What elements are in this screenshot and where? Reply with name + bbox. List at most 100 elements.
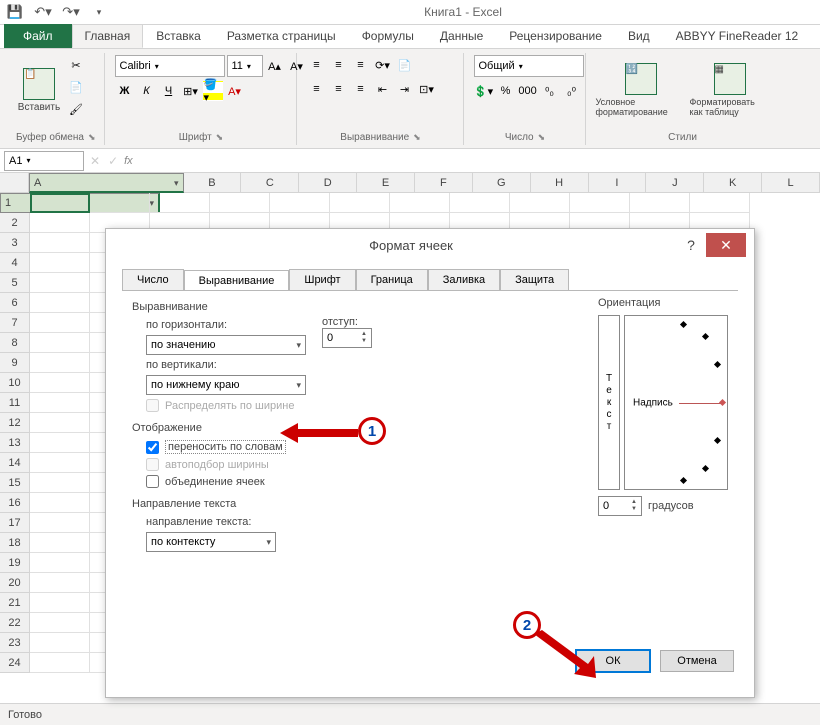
column-header[interactable]: D [299, 173, 357, 192]
underline-button[interactable]: Ч [159, 81, 179, 101]
column-header[interactable]: F [415, 173, 473, 192]
dialog-close-button[interactable]: ✕ [706, 233, 746, 257]
cell[interactable] [390, 193, 450, 213]
cut-button[interactable]: ✂ [66, 55, 86, 75]
cell[interactable] [30, 653, 90, 673]
text-direction-select[interactable]: по контексту [146, 532, 276, 552]
column-header[interactable]: K [704, 173, 762, 192]
cell[interactable] [30, 553, 90, 573]
vertical-select[interactable]: по нижнему краю [146, 375, 306, 395]
column-header[interactable]: G [473, 173, 531, 192]
horizontal-select[interactable]: по значению [146, 335, 306, 355]
column-header[interactable]: L [762, 173, 820, 192]
row-header[interactable]: 19 [0, 553, 30, 573]
cell[interactable] [30, 193, 90, 213]
cell[interactable] [570, 193, 630, 213]
cell[interactable] [30, 233, 90, 253]
cell[interactable] [30, 633, 90, 653]
save-button[interactable]: 💾 [4, 2, 26, 22]
row-header[interactable]: 16 [0, 493, 30, 513]
qat-customize[interactable]: ▾ [88, 2, 110, 22]
cell[interactable] [30, 433, 90, 453]
row-header[interactable]: 18 [0, 533, 30, 553]
column-header[interactable]: E [357, 173, 415, 192]
fill-color-button[interactable]: 🪣▾ [203, 81, 223, 101]
cell[interactable] [30, 353, 90, 373]
row-header[interactable]: 22 [0, 613, 30, 633]
wrap-text-checkbox[interactable] [146, 441, 159, 454]
decrease-decimal-button[interactable]: ₀⁰ [562, 81, 582, 101]
column-header[interactable]: I [589, 173, 647, 192]
cell[interactable] [510, 193, 570, 213]
bold-button[interactable]: Ж [115, 81, 135, 101]
cell[interactable] [30, 593, 90, 613]
number-launcher[interactable]: ⬊ [538, 132, 546, 143]
cancel-formula-icon[interactable]: ✕ [90, 154, 100, 168]
dialog-tab-protection[interactable]: Защита [500, 269, 569, 290]
format-as-table-button[interactable]: ▦ Форматировать как таблицу [690, 55, 770, 125]
cell[interactable] [30, 373, 90, 393]
tab-data[interactable]: Данные [427, 24, 496, 48]
row-header[interactable]: 24 [0, 653, 30, 673]
row-header[interactable]: 7 [0, 313, 30, 333]
align-left-button[interactable]: ≡ [307, 79, 327, 99]
row-header[interactable]: 15 [0, 473, 30, 493]
dialog-help-button[interactable]: ? [676, 237, 706, 253]
wrap-text-button[interactable]: 📄 [395, 55, 415, 75]
tab-page-layout[interactable]: Разметка страницы [214, 24, 349, 48]
increase-indent-button[interactable]: ⇥ [395, 79, 415, 99]
dialog-tab-font[interactable]: Шрифт [289, 269, 355, 290]
font-name-select[interactable]: Calibri [115, 55, 225, 77]
orientation-dial[interactable]: Надпись [624, 315, 728, 490]
dialog-tab-number[interactable]: Число [122, 269, 184, 290]
tab-review[interactable]: Рецензирование [496, 24, 615, 48]
redo-button[interactable]: ↷▾ [60, 2, 82, 22]
alignment-launcher[interactable]: ⬊ [413, 132, 421, 143]
format-painter-button[interactable]: 🖌 [66, 99, 86, 119]
accept-formula-icon[interactable]: ✓ [108, 154, 118, 168]
cell[interactable] [30, 313, 90, 333]
font-color-button[interactable]: A▾ [225, 81, 245, 101]
row-header[interactable]: 4 [0, 253, 30, 273]
cell[interactable] [630, 193, 690, 213]
cell[interactable] [30, 473, 90, 493]
dialog-tab-fill[interactable]: Заливка [428, 269, 500, 290]
cell[interactable] [30, 493, 90, 513]
number-format-select[interactable]: Общий [474, 55, 584, 77]
orientation-button[interactable]: ⟳▾ [373, 55, 393, 75]
row-header[interactable]: 21 [0, 593, 30, 613]
cell[interactable] [30, 453, 90, 473]
row-header[interactable]: 2 [0, 213, 30, 233]
borders-button[interactable]: ⊞▾ [181, 81, 201, 101]
merge-cells-checkbox[interactable] [146, 475, 159, 488]
column-header[interactable]: B [184, 173, 242, 192]
column-header[interactable]: J [646, 173, 704, 192]
row-header[interactable]: 17 [0, 513, 30, 533]
row-header[interactable]: 13 [0, 433, 30, 453]
cell[interactable] [30, 273, 90, 293]
cell[interactable] [30, 393, 90, 413]
align-top-button[interactable]: ≡ [307, 55, 327, 75]
row-header[interactable]: 23 [0, 633, 30, 653]
row-header[interactable]: 10 [0, 373, 30, 393]
column-header[interactable]: A [29, 173, 184, 193]
font-size-select[interactable]: 11 [227, 55, 263, 77]
column-header[interactable]: H [531, 173, 589, 192]
cell[interactable] [30, 333, 90, 353]
name-box[interactable]: A1 [4, 151, 84, 171]
cell[interactable] [30, 533, 90, 553]
dialog-tab-alignment[interactable]: Выравнивание [184, 270, 290, 291]
cell[interactable] [210, 193, 270, 213]
row-header[interactable]: 8 [0, 333, 30, 353]
row-header[interactable]: 3 [0, 233, 30, 253]
cell[interactable] [30, 613, 90, 633]
decrease-indent-button[interactable]: ⇤ [373, 79, 393, 99]
increase-font-button[interactable]: A▴ [265, 56, 285, 76]
row-header[interactable]: 11 [0, 393, 30, 413]
tab-file[interactable]: Файл [4, 24, 72, 48]
cell[interactable] [450, 193, 510, 213]
indent-spinner[interactable]: 0 ▲▼ [322, 328, 372, 348]
cell[interactable] [270, 193, 330, 213]
row-header[interactable]: 5 [0, 273, 30, 293]
cell[interactable] [30, 573, 90, 593]
